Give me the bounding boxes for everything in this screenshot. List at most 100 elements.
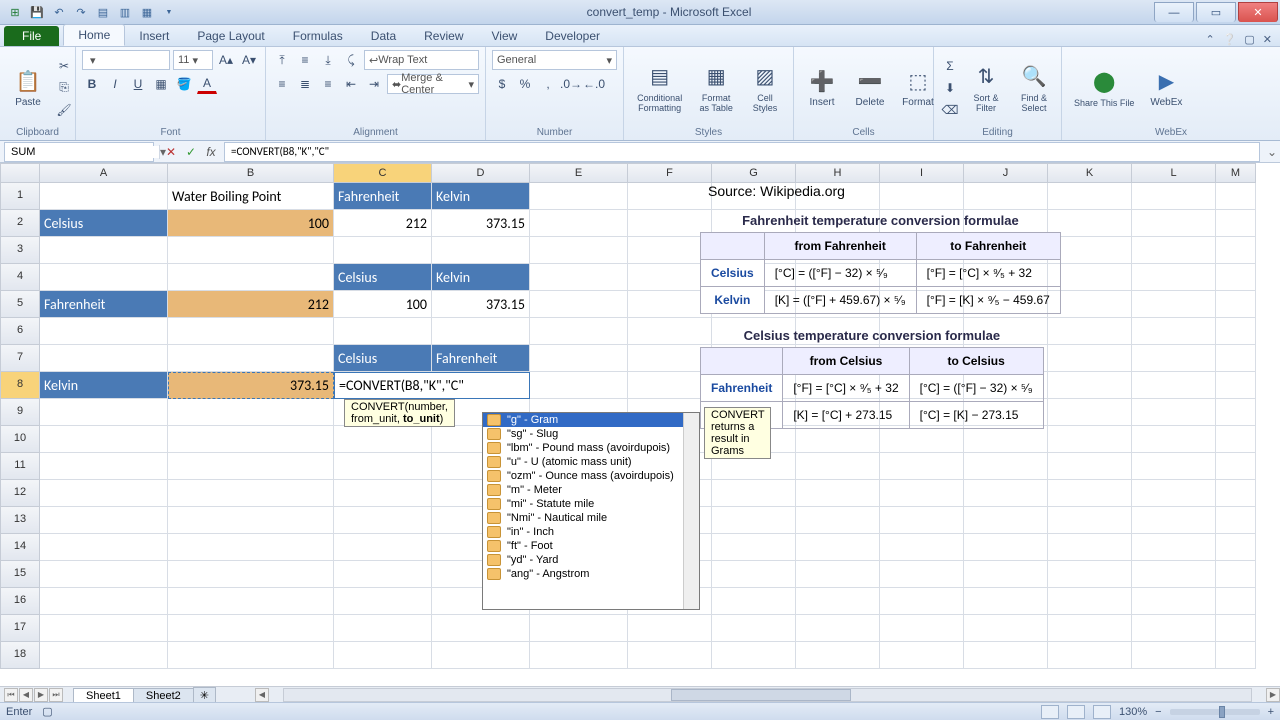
cell-A8[interactable]: Kelvin [40,372,168,399]
cell-J15[interactable] [964,561,1048,588]
cell-A11[interactable] [40,453,168,480]
decrease-indent-icon[interactable]: ⇤ [341,74,361,94]
cell-C10[interactable] [334,426,432,453]
cell-A7[interactable] [40,345,168,372]
cell-D5[interactable]: 373.15 [432,291,530,318]
cell-A10[interactable] [40,426,168,453]
align-top-icon[interactable]: ⤒ [272,50,292,70]
formula-input[interactable] [225,143,1259,161]
cell-M12[interactable] [1216,480,1256,507]
zoom-handle[interactable] [1219,706,1225,718]
cell-K18[interactable] [1048,642,1132,669]
cell-D18[interactable] [432,642,530,669]
cell-J18[interactable] [964,642,1048,669]
page-break-view-icon[interactable] [1093,705,1111,719]
cell-B3[interactable] [168,237,334,264]
cell-H14[interactable] [796,534,880,561]
cell-I18[interactable] [880,642,964,669]
cell-E5[interactable] [530,291,628,318]
cell-C17[interactable] [334,615,432,642]
cell-I15[interactable] [880,561,964,588]
cell-E2[interactable] [530,210,628,237]
unit-option[interactable]: "ang" - Angstrom [483,567,699,581]
cell-B4[interactable] [168,264,334,291]
merge-center-button[interactable]: ⬌ Merge & Center ▾ [387,74,479,94]
font-color-icon[interactable]: A [197,74,217,94]
cell-L16[interactable] [1132,588,1216,615]
fx-icon[interactable]: fx [202,143,220,161]
worksheet-grid[interactable]: ABCDEFGHIJKLM 12345678910111213141516171… [0,163,1280,675]
undo-icon[interactable]: ↶ [50,3,68,21]
cell-C11[interactable] [334,453,432,480]
cell-D2[interactable]: 373.15 [432,210,530,237]
wrap-text-button[interactable]: ↩ Wrap Text [364,50,479,70]
cell-B18[interactable] [168,642,334,669]
col-header-D[interactable]: D [432,163,530,183]
cell-B8[interactable]: 373.15 [168,372,334,399]
share-file-button[interactable]: ⬤Share This File [1068,66,1140,110]
row-header-9[interactable]: 9 [0,399,40,426]
cell-L6[interactable] [1132,318,1216,345]
page-layout-view-icon[interactable] [1067,705,1085,719]
zoom-out-icon[interactable]: − [1155,706,1161,718]
tab-formulas[interactable]: Formulas [279,26,357,46]
cell-H12[interactable] [796,480,880,507]
cell-F18[interactable] [628,642,712,669]
format-painter-icon[interactable]: 🖌 [54,100,74,120]
hscroll-right-icon[interactable]: ▶ [1266,688,1280,702]
unit-option[interactable]: "lbm" - Pound mass (avoirdupois) [483,441,699,455]
cell-L3[interactable] [1132,237,1216,264]
redo-icon[interactable]: ↷ [72,3,90,21]
cell-K15[interactable] [1048,561,1132,588]
col-header-I[interactable]: I [880,163,964,183]
cell-C14[interactable] [334,534,432,561]
sheet-tab-1[interactable]: Sheet1 [73,688,134,703]
cell-B10[interactable] [168,426,334,453]
cell-A3[interactable] [40,237,168,264]
hscroll-thumb[interactable] [671,689,851,701]
cell-L9[interactable] [1132,399,1216,426]
align-middle-icon[interactable]: ≡ [295,50,315,70]
cell-D1[interactable]: Kelvin [432,183,530,210]
editing-cell[interactable]: =CONVERT(B8,"K","C" [334,372,530,399]
col-header-J[interactable]: J [964,163,1048,183]
italic-icon[interactable]: I [105,74,125,94]
cell-C16[interactable] [334,588,432,615]
cell-M8[interactable] [1216,372,1256,399]
cell-G13[interactable] [712,507,796,534]
cell-H16[interactable] [796,588,880,615]
cell-C3[interactable] [334,237,432,264]
border-icon[interactable]: ▦ [151,74,171,94]
cell-I16[interactable] [880,588,964,615]
cell-B13[interactable] [168,507,334,534]
maximize-button[interactable]: ▭ [1196,2,1236,22]
row-header-16[interactable]: 16 [0,588,40,615]
cell-C18[interactable] [334,642,432,669]
cell-I14[interactable] [880,534,964,561]
prev-sheet-icon[interactable]: ◀ [19,688,33,702]
cell-I11[interactable] [880,453,964,480]
zoom-in-icon[interactable]: + [1268,706,1274,718]
cell-B5[interactable]: 212 [168,291,334,318]
cell-H17[interactable] [796,615,880,642]
cell-L17[interactable] [1132,615,1216,642]
cell-A2[interactable]: Celsius [40,210,168,237]
cell-M2[interactable] [1216,210,1256,237]
cell-B9[interactable] [168,399,334,426]
minimize-button[interactable]: — [1154,2,1194,22]
webex-button[interactable]: ▶WebEx [1144,65,1188,110]
unit-option[interactable]: "sg" - Slug [483,427,699,441]
cell-M4[interactable] [1216,264,1256,291]
unit-option[interactable]: "ft" - Foot [483,539,699,553]
cell-B15[interactable] [168,561,334,588]
cell-M14[interactable] [1216,534,1256,561]
cell-K14[interactable] [1048,534,1132,561]
unit-dropdown[interactable]: "g" - Gram"sg" - Slug"lbm" - Pound mass … [482,412,700,610]
qat-dropdown-icon[interactable]: ▼ [160,3,178,21]
cell-G18[interactable] [712,642,796,669]
row-header-10[interactable]: 10 [0,426,40,453]
conditional-formatting-button[interactable]: ▤Conditional Formatting [630,61,689,115]
tab-file[interactable]: File [4,26,59,46]
cell-E3[interactable] [530,237,628,264]
win-close-doc-icon[interactable]: ✕ [1263,33,1272,46]
